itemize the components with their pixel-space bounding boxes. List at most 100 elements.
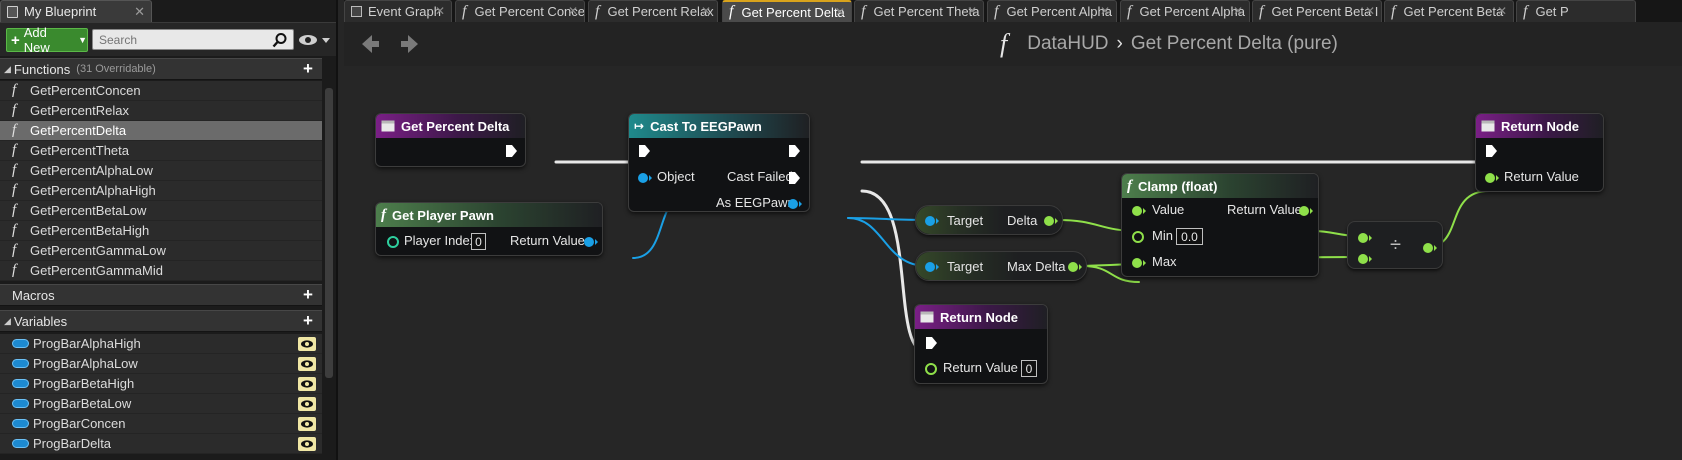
eye-icon[interactable] <box>298 376 316 391</box>
max-delta-getter-node[interactable]: Target Max Delta <box>915 251 1087 281</box>
eye-icon[interactable] <box>298 356 316 371</box>
collapse-triangle-icon[interactable]: ◢ <box>4 64 11 75</box>
exec-in-pin[interactable] <box>924 336 938 350</box>
tab-function-graph[interactable]: f Get Percent Conce ✕ <box>455 0 585 22</box>
eye-icon[interactable] <box>298 336 316 351</box>
return-value-in-pin[interactable] <box>924 362 938 376</box>
add-variable-icon[interactable]: + <box>300 312 316 329</box>
close-icon[interactable]: ✕ <box>1497 4 1507 18</box>
min-in-pin[interactable] <box>1131 230 1145 244</box>
close-icon[interactable]: ✕ <box>701 4 711 18</box>
divide-node[interactable]: ÷ <box>1347 221 1443 269</box>
return-node[interactable]: Return Node Return Value <box>1475 113 1604 192</box>
quotient-out-pin[interactable] <box>1422 241 1438 255</box>
value-in-pin[interactable] <box>1131 204 1147 218</box>
add-macro-icon[interactable]: + <box>300 286 316 303</box>
function-list-item[interactable]: f GetPercentBetaLow <box>0 201 322 221</box>
tab-function-graph[interactable]: f Get Percent Beta I ✕ <box>1252 0 1382 22</box>
function-list-item[interactable]: f GetPercentRelax <box>0 101 322 121</box>
variable-list-item[interactable]: ProgBarAlphaLow <box>0 354 322 374</box>
function-name: GetPercentRelax <box>30 103 129 118</box>
divisor-in-pin[interactable] <box>1357 252 1373 266</box>
as-eegpawn-out-pin[interactable] <box>787 197 803 211</box>
node-title: Return Node <box>940 309 1018 325</box>
add-new-button[interactable]: + Add New ▼ <box>6 25 88 55</box>
close-icon[interactable]: ✕ <box>435 4 445 18</box>
player-index-pin[interactable] <box>386 235 400 249</box>
exec-in-pin[interactable] <box>1484 144 1498 158</box>
cast-failed-exec-pin[interactable] <box>787 171 801 185</box>
function-list-item[interactable]: f GetPercentBetaHigh <box>0 221 322 241</box>
exec-out-pin[interactable] <box>787 144 801 158</box>
collapse-triangle-icon[interactable]: ◢ <box>4 316 11 327</box>
function-list-item[interactable]: f GetPercentDelta <box>0 121 322 141</box>
eye-icon[interactable] <box>298 436 316 451</box>
close-icon[interactable]: ✕ <box>835 5 845 19</box>
tab-function-graph[interactable]: f Get Percent Theta ✕ <box>854 0 984 22</box>
close-icon[interactable]: ✕ <box>568 4 578 18</box>
variable-name: ProgBarAlphaHigh <box>33 336 141 351</box>
close-icon[interactable]: ✕ <box>1365 4 1375 18</box>
delta-out-pin[interactable] <box>1043 214 1059 228</box>
target-in-pin[interactable] <box>924 260 940 274</box>
return-value-out-pin[interactable] <box>1298 204 1314 218</box>
add-function-icon[interactable]: + <box>300 60 316 77</box>
exec-in-pin[interactable] <box>637 144 651 158</box>
return-value-default-input[interactable]: 0 <box>1021 360 1037 377</box>
function-list-item[interactable]: f GetPercentAlphaLow <box>0 161 322 181</box>
dividend-in-pin[interactable] <box>1357 231 1373 245</box>
exec-out-pin[interactable] <box>504 144 518 158</box>
variable-name: ProgBarConcen <box>33 416 126 431</box>
function-entry-node[interactable]: Get Percent Delta <box>375 113 526 167</box>
tab-function-graph[interactable]: f Get Percent Relax ✕ <box>588 0 718 22</box>
variable-list-item[interactable]: ProgBarBetaHigh <box>0 374 322 394</box>
variables-section-header[interactable]: ◢ Variables + <box>0 310 322 332</box>
return-node-icon <box>920 311 934 323</box>
variable-list-item[interactable]: ProgBarConcen <box>0 414 322 434</box>
tab-function-graph[interactable]: f Get P <box>1516 0 1636 22</box>
tab-event-graph[interactable]: Event Graph ✕ <box>344 0 452 22</box>
function-list-item[interactable]: f GetPercentTheta <box>0 141 322 161</box>
tab-function-graph[interactable]: f Get Percent Alpha ✕ <box>987 0 1117 22</box>
tab-function-graph[interactable]: f Get Percent Beta ✕ <box>1384 0 1514 22</box>
return-value-out-pin[interactable] <box>583 235 599 249</box>
function-list-item[interactable]: f GetPercentAlphaHigh <box>0 181 322 201</box>
blueprint-graph[interactable]: f DataHUD › Get Percent Delta (pure) Get… <box>344 22 1682 460</box>
variable-list-item[interactable]: ProgBarDelta <box>0 434 322 454</box>
clamp-float-node[interactable]: f Clamp (float) Value Return Value Min 0… <box>1121 173 1319 277</box>
tab-function-graph[interactable]: f Get Percent Alpha ✕ <box>1120 0 1250 22</box>
eye-icon[interactable] <box>298 396 316 411</box>
max-in-pin[interactable] <box>1131 256 1147 270</box>
player-index-input[interactable]: 0 <box>471 233 486 250</box>
return-value-in-pin[interactable] <box>1484 171 1500 185</box>
close-icon[interactable]: ✕ <box>1100 4 1110 18</box>
delta-getter-node[interactable]: Target Delta <box>915 205 1063 235</box>
target-in-pin[interactable] <box>924 214 940 228</box>
variables-title: Variables <box>13 313 68 329</box>
function-list-item[interactable]: f GetPercentGammaLow <box>0 241 322 261</box>
object-in-pin[interactable] <box>637 171 653 185</box>
tab-function-graph[interactable]: f Get Percent Delta ✕ <box>722 0 852 22</box>
cast-to-eegpawn-node[interactable]: ↦ Cast To EEGPawn Object Cast Failed As … <box>628 113 810 212</box>
variable-list-item[interactable]: ProgBarAlphaHigh <box>0 334 322 354</box>
my-blueprint-tab[interactable]: My Blueprint ✕ <box>0 0 152 22</box>
functions-section-header[interactable]: ◢ Functions (31 Overridable) + <box>0 58 322 80</box>
max-delta-out-pin[interactable] <box>1067 260 1083 274</box>
eye-icon[interactable] <box>298 416 316 431</box>
search-icon[interactable] <box>272 32 288 48</box>
plus-icon: + <box>11 31 20 49</box>
return-node-icon <box>1481 120 1495 132</box>
search-input[interactable] <box>92 29 294 50</box>
function-list-item[interactable]: f GetPercentConcen <box>0 81 322 101</box>
get-player-pawn-node[interactable]: f Get Player Pawn Player Index 0 Return … <box>375 202 603 256</box>
return-node-cast-failed[interactable]: Return Node Return Value 0 <box>914 304 1048 384</box>
macros-section-header[interactable]: Macros + <box>0 284 322 306</box>
close-icon[interactable]: ✕ <box>1233 4 1243 18</box>
function-list-item[interactable]: f GetPercentGammaMid <box>0 261 322 281</box>
eye-icon[interactable] <box>297 32 333 48</box>
close-icon[interactable]: ✕ <box>134 4 145 20</box>
min-value-input[interactable]: 0.0 <box>1176 228 1203 245</box>
variable-list-item[interactable]: ProgBarBetaLow <box>0 394 322 414</box>
panel-scrollbar[interactable] <box>325 88 333 378</box>
close-icon[interactable]: ✕ <box>967 4 977 18</box>
